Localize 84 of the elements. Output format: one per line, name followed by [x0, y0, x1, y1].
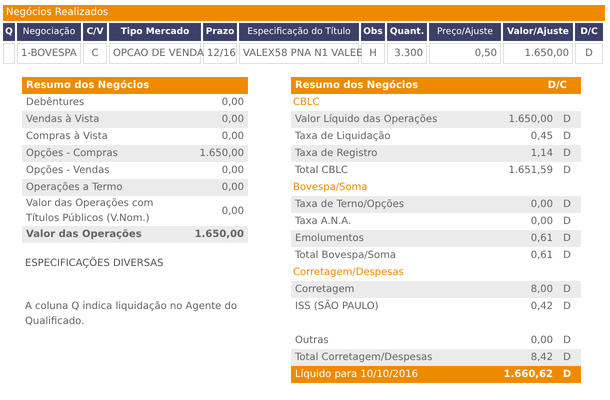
row-label: Taxa A.N.A. [295, 216, 352, 227]
column-header: Obs [361, 23, 385, 41]
row-label: ISS (SÃO PAULO) [295, 301, 380, 312]
row-label: Corretagem [295, 284, 356, 295]
column-header: Prazo [203, 23, 237, 41]
column-header: Q [3, 23, 15, 41]
column-header: Negociação [17, 23, 81, 41]
row-label: Opções - Vendas [26, 164, 110, 178]
table-cell [3, 43, 15, 64]
row-value: 0,00 [222, 131, 244, 142]
dc-value: D [562, 233, 572, 244]
table-cell: 1-BOVESPA [17, 43, 81, 64]
row-label: Opções - Compras [26, 147, 118, 161]
column-header: Preço/Ajuste [429, 23, 501, 41]
row-label: Total CBLC [295, 165, 349, 176]
table-cell: 12/16 [203, 43, 237, 64]
row-value: 1.660,62 [502, 369, 553, 380]
column-header: Quant. [387, 23, 427, 41]
dc-header: D/C [548, 80, 567, 91]
row-value: 8,00 [530, 284, 553, 295]
group-heading: Corretagem/Despesas [292, 266, 405, 280]
row-label: Emolumentos [295, 233, 365, 244]
row-label: Total Bovespa/Soma [295, 250, 397, 261]
row-value: 0,42 [530, 301, 553, 312]
row-value: 1.650,00 [507, 114, 553, 125]
panel-title: Resumo dos Negócios [295, 80, 418, 91]
dc-value: D [562, 284, 572, 295]
dc-value: D [562, 352, 572, 363]
row-value: 0,00 [530, 199, 553, 210]
row-value: 0,00 [530, 216, 553, 227]
column-header: D/C [575, 23, 603, 41]
dc-value: D [562, 199, 572, 210]
row-value: 0,45 [530, 131, 553, 142]
dc-value: D [562, 301, 572, 312]
row-value: 1.650,00 [194, 229, 244, 240]
row-label: Taxa de Liquidação [295, 131, 392, 142]
row-value: 0,00 [222, 206, 244, 216]
group-heading: Bovespa/Soma [292, 181, 368, 195]
note-text: A coluna Q indica liquidação no Agente do Qualificado. [25, 300, 238, 329]
row-value: 0,61 [530, 250, 553, 261]
row-label: Operações a Termo [26, 181, 122, 195]
panel-header: Resumo dos Negócios [22, 77, 248, 94]
group-heading: CBLC [292, 96, 320, 110]
section-title: Negócios Realizados [3, 5, 605, 21]
section-heading: ESPECIFICAÇÕES DIVERSAS [25, 258, 164, 269]
row-value: 0,00 [222, 114, 244, 125]
row-label: Outras [295, 335, 330, 346]
row-value: 0,61 [530, 233, 553, 244]
row-value: 1,14 [530, 148, 553, 159]
dc-value: D [562, 114, 572, 125]
dc-value: D [562, 216, 572, 227]
row-value: 0,00 [222, 182, 244, 193]
column-header: C/V [83, 23, 107, 41]
dc-value: D [562, 165, 572, 176]
table-cell: 1.650,00 [503, 43, 573, 64]
row-label: Taxa de Registro [295, 148, 378, 159]
row-label: Valor das Operações com Títulos Públicos (V.Nom.) [26, 197, 154, 226]
table-cell: 3.300 [387, 43, 427, 64]
table-cell: C [83, 43, 107, 64]
table-cell: D [575, 43, 603, 64]
column-header: Valor/Ajuste [503, 23, 573, 41]
row-label: Compras à Vista [26, 130, 108, 144]
row-label: Valor Líquido das Operações [295, 114, 438, 125]
column-header: Tipo Mercado [109, 23, 201, 41]
row-label: Valor das Operações [26, 228, 142, 242]
dc-value: D [562, 369, 572, 380]
table-cell: H [361, 43, 385, 64]
row-label: Total Corretagem/Despesas [295, 352, 434, 363]
dc-value: D [562, 250, 572, 261]
dc-value: D [562, 335, 572, 346]
row-label: Vendas à Vista [26, 113, 100, 127]
row-label: Taxa de Terno/Opções [295, 199, 406, 210]
row-label: Líquido para 10/10/2016 [295, 369, 419, 380]
row-value: 0,00 [530, 335, 553, 346]
column-header: Especificação do Título [239, 23, 359, 41]
row-value: 0,00 [222, 165, 244, 176]
dc-value: D [562, 131, 572, 142]
row-label: Debêntures [26, 96, 84, 110]
row-value: 0,00 [222, 97, 244, 108]
table-cell: 0,50 [429, 43, 501, 64]
row-value: 8,42 [530, 352, 553, 363]
row-value: 1.650,00 [199, 148, 244, 159]
dc-value: D [562, 148, 572, 159]
row-value: 1.651,59 [507, 165, 553, 176]
